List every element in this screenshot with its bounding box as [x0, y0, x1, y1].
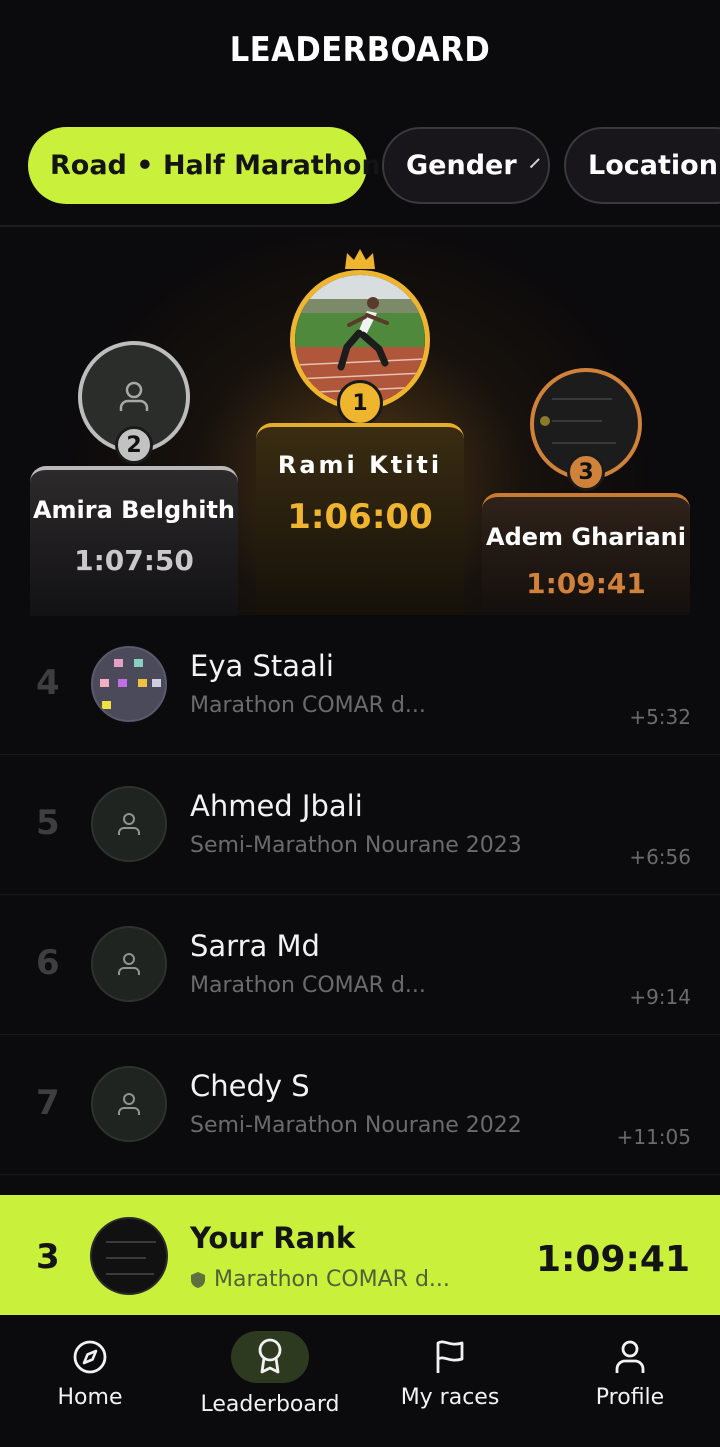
list-item[interactable]: 4 Eya Staali Marathon COMAR d... +5:32: [0, 615, 720, 755]
list-item-gap: +5:32: [629, 705, 691, 729]
your-rank-title: Your Rank: [190, 1221, 356, 1255]
rank-badge-first: 1: [337, 380, 383, 426]
nav-item-label: Leaderboard: [200, 1392, 340, 1417]
list-item-rank: 4: [36, 663, 60, 703]
list-item[interactable]: 7 Chedy S Semi-Marathon Nourane 2022 +11…: [0, 1035, 720, 1175]
list-item-rank: 6: [36, 943, 60, 983]
list-item-name: Chedy S: [190, 1069, 310, 1103]
app-grid-image: [100, 659, 161, 709]
podium-third-time: 1:09:41: [526, 567, 646, 600]
nav-item-leaderboard[interactable]: Leaderboard: [180, 1315, 360, 1447]
avatar: [91, 1066, 167, 1142]
user-placeholder-icon: [118, 953, 140, 975]
podium-third-name: Adem Ghariani: [486, 523, 686, 551]
user-placeholder-icon: [118, 1093, 140, 1115]
award-icon: [258, 1338, 282, 1374]
podium-first-pedestal[interactable]: Rami Ktiti 1:06:00: [256, 423, 464, 615]
filter-chip-location[interactable]: Location: [564, 127, 720, 204]
filter-chip-event-label: Road • Half Marathon: [50, 150, 381, 181]
list-item-gap: +11:05: [616, 1125, 691, 1149]
your-rank-race: Marathon COMAR d...: [214, 1267, 450, 1292]
rank-badge-second: 2: [115, 426, 153, 464]
nav-item-label: Profile: [595, 1385, 665, 1410]
podium-third-pedestal[interactable]: Adem Ghariani 1:09:41: [482, 493, 690, 615]
filter-chip-event[interactable]: Road • Half Marathon: [28, 127, 404, 204]
user-icon: [615, 1340, 645, 1373]
podium-first-name: Rami Ktiti: [277, 451, 443, 479]
your-rank-race-row: Marathon COMAR d...: [190, 1267, 450, 1292]
your-rank-time: 1:09:41: [535, 1239, 690, 1280]
chevron-down-icon: [529, 157, 540, 168]
user-placeholder-icon: [118, 813, 140, 835]
list-item-race: Semi-Marathon Nourane 2023: [190, 833, 522, 858]
list-item-name: Sarra Md: [190, 929, 320, 963]
rank-badge-third: 3: [567, 453, 605, 491]
your-rank-bar[interactable]: 3 Your Rank Marathon COMAR d... 1:09:41: [0, 1195, 720, 1315]
filter-chip-location-label: Location: [588, 150, 718, 181]
filter-chip-gender-label: Gender: [406, 150, 517, 181]
nav-item-label: Home: [57, 1385, 123, 1410]
leaderboard-list: 4 Eya Staali Marathon COMAR d... +5:32 5…: [0, 615, 720, 1175]
filter-chip-gender[interactable]: Gender: [382, 127, 550, 204]
your-rank-number: 3: [36, 1237, 60, 1277]
shield-icon: [191, 1271, 205, 1288]
nav-item-profile[interactable]: Profile: [540, 1315, 720, 1447]
nav-item-my-races[interactable]: My races: [360, 1315, 540, 1447]
list-item-gap: +9:14: [629, 985, 691, 1009]
list-item-gap: +6:56: [629, 845, 691, 869]
podium: 2 Amira Belghith 1:07:50 1 Rami Ktiti 1:…: [0, 227, 720, 616]
list-item-name: Eya Staali: [190, 649, 334, 683]
list-item-rank: 7: [36, 1083, 60, 1123]
nav-item-home[interactable]: Home: [0, 1315, 180, 1447]
avatar: [91, 786, 167, 862]
page-title: LEADERBOARD: [229, 30, 491, 70]
user-placeholder-icon: [119, 381, 149, 411]
filter-bar: Road • Half Marathon Gender Location: [0, 127, 720, 205]
podium-second-pedestal[interactable]: Amira Belghith 1:07:50: [30, 466, 238, 616]
list-item-race: Marathon COMAR d...: [190, 973, 426, 998]
podium-second-time: 1:07:50: [74, 544, 194, 577]
podium-first-time: 1:06:00: [287, 497, 433, 537]
nav-item-label: My races: [400, 1385, 500, 1410]
list-item-name: Ahmed Jbali: [190, 789, 363, 823]
bottom-nav: Home Leaderboard My races Profile: [0, 1315, 720, 1447]
list-item-rank: 5: [36, 803, 60, 843]
compass-icon: [73, 1340, 107, 1374]
podium-second-name: Amira Belghith: [32, 496, 236, 524]
avatar: [91, 926, 167, 1002]
list-item[interactable]: 5 Ahmed Jbali Semi-Marathon Nourane 2023…: [0, 755, 720, 895]
list-item[interactable]: 6 Sarra Md Marathon COMAR d... +9:14: [0, 895, 720, 1035]
list-item-race: Marathon COMAR d...: [190, 693, 426, 718]
avatar: [90, 1217, 168, 1295]
list-item-race: Semi-Marathon Nourane 2022: [190, 1113, 522, 1138]
avatar: [91, 646, 167, 722]
flag-icon: [436, 1340, 464, 1373]
